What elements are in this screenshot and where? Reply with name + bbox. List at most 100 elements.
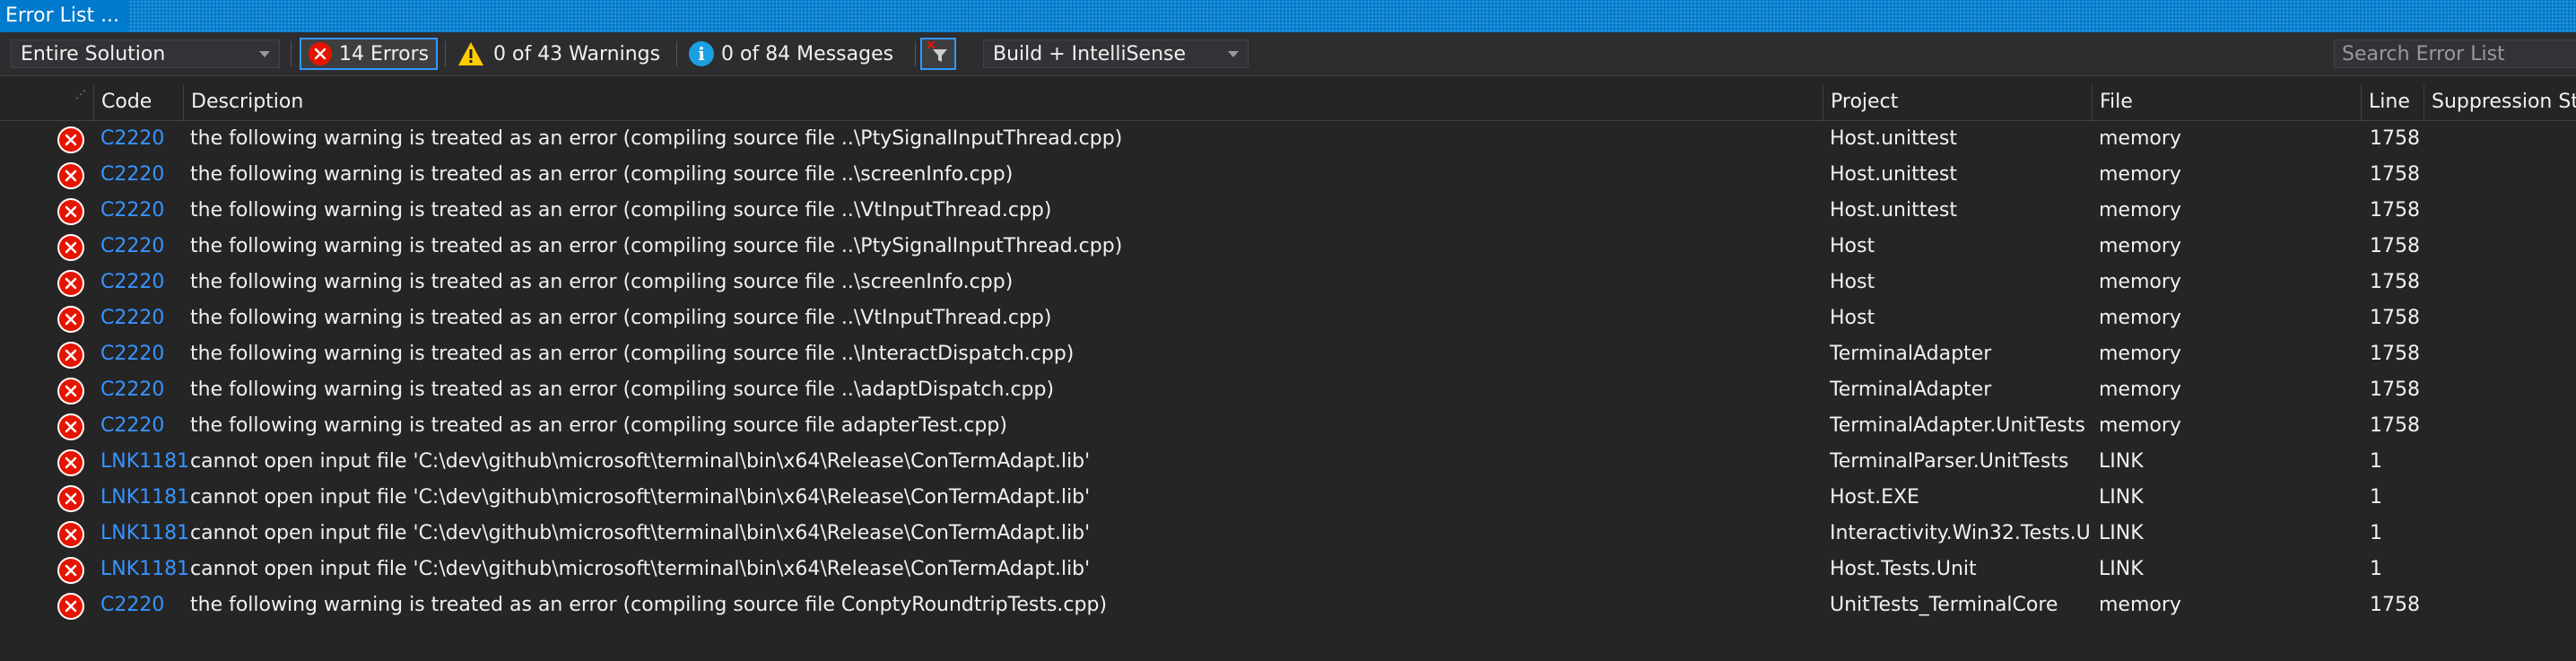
table-row[interactable]: C2220 the following warning is treated as… (0, 408, 2576, 444)
filter-current-document-button[interactable] (920, 38, 956, 70)
table-row[interactable]: C2220 the following warning is treated as… (0, 157, 2576, 193)
cell-code[interactable]: C2220 (100, 408, 190, 444)
cell-file: LINK (2099, 522, 2144, 544)
cell-project: Interactivity.Win32.Tests.U... (1830, 522, 2090, 544)
cell-file: memory (2099, 414, 2181, 437)
cell-code[interactable]: C2220 (100, 372, 190, 408)
table-row[interactable]: C2220 the following warning is treated as… (0, 193, 2576, 229)
build-source-value: Build + IntelliSense (993, 42, 1187, 65)
cell-code[interactable]: LNK1181 (100, 552, 190, 587)
messages-filter-button[interactable]: i 0 of 84 Messages (682, 38, 911, 70)
error-icon (57, 126, 84, 153)
table-row[interactable]: LNK1181 cannot open input file 'C:\dev\gi… (0, 516, 2576, 552)
cell-project: Host.Tests.Unit (1830, 558, 1977, 580)
cell-code[interactable]: C2220 (100, 336, 190, 372)
cell-code[interactable]: C2220 (100, 265, 190, 300)
table-row[interactable]: C2220 the following warning is treated as… (0, 336, 2576, 372)
cell-code[interactable]: LNK1181 (100, 444, 190, 480)
table-row[interactable]: LNK1181 cannot open input file 'C:\dev\gi… (0, 480, 2576, 516)
toolbar-separator (445, 41, 446, 66)
table-row[interactable]: LNK1181 cannot open input file 'C:\dev\gi… (0, 552, 2576, 587)
table-row[interactable]: C2220 the following warning is treated as… (0, 121, 2576, 157)
column-header-row: ⋰ Code Description Project File Line Sup… (0, 84, 2576, 121)
cell-project: Host (1830, 307, 1875, 329)
table-row[interactable]: C2220 the following warning is treated as… (0, 372, 2576, 408)
cell-code[interactable]: C2220 (100, 300, 190, 336)
errors-filter-button[interactable]: 14 Errors (300, 38, 438, 70)
toolbar-separator (676, 41, 677, 66)
cell-file: memory (2099, 594, 2181, 616)
cell-line: 1 (2370, 558, 2382, 580)
cell-code[interactable]: LNK1181 (100, 516, 190, 552)
table-row[interactable]: LNK1181 cannot open input file 'C:\dev\gi… (0, 444, 2576, 480)
column-header-suppression-state[interactable]: Suppression State (2424, 84, 2576, 120)
build-source-dropdown[interactable]: Build + IntelliSense (983, 39, 1249, 68)
error-icon (309, 42, 332, 65)
cell-line: 1758 (2370, 594, 2420, 616)
cell-description: the following warning is treated as an e… (190, 414, 1007, 437)
chevron-down-icon (259, 51, 270, 57)
cell-project: Host.EXE (1830, 486, 1919, 509)
error-icon (57, 378, 84, 404)
cell-file: memory (2099, 127, 2181, 150)
messages-filter-label: 0 of 84 Messages (721, 42, 894, 65)
warning-icon (457, 41, 484, 66)
error-icon (57, 449, 84, 476)
cell-line: 1 (2370, 450, 2382, 473)
cell-description: cannot open input file 'C:\dev\github\mi… (190, 558, 1091, 580)
cell-file: memory (2099, 163, 2181, 186)
column-header-project[interactable]: Project (1823, 84, 2092, 120)
cell-project: Host (1830, 235, 1875, 257)
info-icon: i (689, 41, 714, 66)
error-icon (57, 270, 84, 297)
cell-code[interactable]: LNK1181 (100, 480, 190, 516)
column-header-file[interactable]: File (2092, 84, 2361, 120)
cell-line: 1758 (2370, 127, 2420, 150)
cell-description: the following warning is treated as an e… (190, 271, 1014, 293)
cell-line: 1 (2370, 486, 2382, 509)
error-icon (57, 234, 84, 261)
cell-line: 1 (2370, 522, 2382, 544)
cell-code[interactable]: C2220 (100, 193, 190, 229)
errors-filter-label: 14 Errors (339, 42, 430, 65)
cell-description: cannot open input file 'C:\dev\github\mi… (190, 450, 1091, 473)
cell-project: TerminalAdapter (1830, 378, 1992, 401)
warnings-filter-button[interactable]: 0 of 43 Warnings (450, 38, 669, 70)
cell-line: 1758 (2370, 343, 2420, 365)
table-row[interactable]: C2220 the following warning is treated as… (0, 300, 2576, 336)
cell-line: 1758 (2370, 307, 2420, 329)
column-header-code[interactable]: Code (93, 84, 183, 120)
cell-file: LINK (2099, 558, 2144, 580)
cell-description: cannot open input file 'C:\dev\github\mi… (190, 522, 1091, 544)
cell-line: 1758 (2370, 271, 2420, 293)
cell-code[interactable]: C2220 (100, 157, 190, 193)
cell-code[interactable]: C2220 (100, 587, 190, 623)
tool-window-titlebar[interactable]: Error List ... (0, 0, 2576, 32)
cell-description: the following warning is treated as an e… (190, 127, 1123, 150)
warnings-filter-label: 0 of 43 Warnings (493, 42, 661, 65)
cell-file: memory (2099, 271, 2181, 293)
column-header-description[interactable]: Description (183, 84, 1823, 120)
table-row[interactable]: C2220 the following warning is treated as… (0, 265, 2576, 300)
search-input[interactable]: Search Error List (2334, 39, 2576, 68)
cell-line: 1758 (2370, 163, 2420, 186)
cell-line: 1758 (2370, 414, 2420, 437)
cell-description: the following warning is treated as an e… (190, 307, 1052, 329)
table-row[interactable]: C2220 the following warning is treated as… (0, 587, 2576, 623)
error-icon (57, 162, 84, 189)
cell-code[interactable]: C2220 (100, 121, 190, 157)
error-icon (57, 521, 84, 548)
column-options-icon[interactable]: ⋰ (75, 88, 86, 100)
scope-dropdown[interactable]: Entire Solution (11, 39, 280, 68)
column-header-line[interactable]: Line (2361, 84, 2424, 120)
table-row[interactable]: C2220 the following warning is treated as… (0, 229, 2576, 265)
cell-file: memory (2099, 199, 2181, 222)
cell-code[interactable]: C2220 (100, 229, 190, 265)
scope-dropdown-value: Entire Solution (21, 42, 166, 65)
filter-icon (926, 39, 951, 68)
chevron-down-icon (1228, 51, 1239, 57)
error-icon (57, 306, 84, 333)
cell-description: the following warning is treated as an e… (190, 594, 1108, 616)
cell-description: the following warning is treated as an e… (190, 163, 1014, 186)
cell-line: 1758 (2370, 378, 2420, 401)
